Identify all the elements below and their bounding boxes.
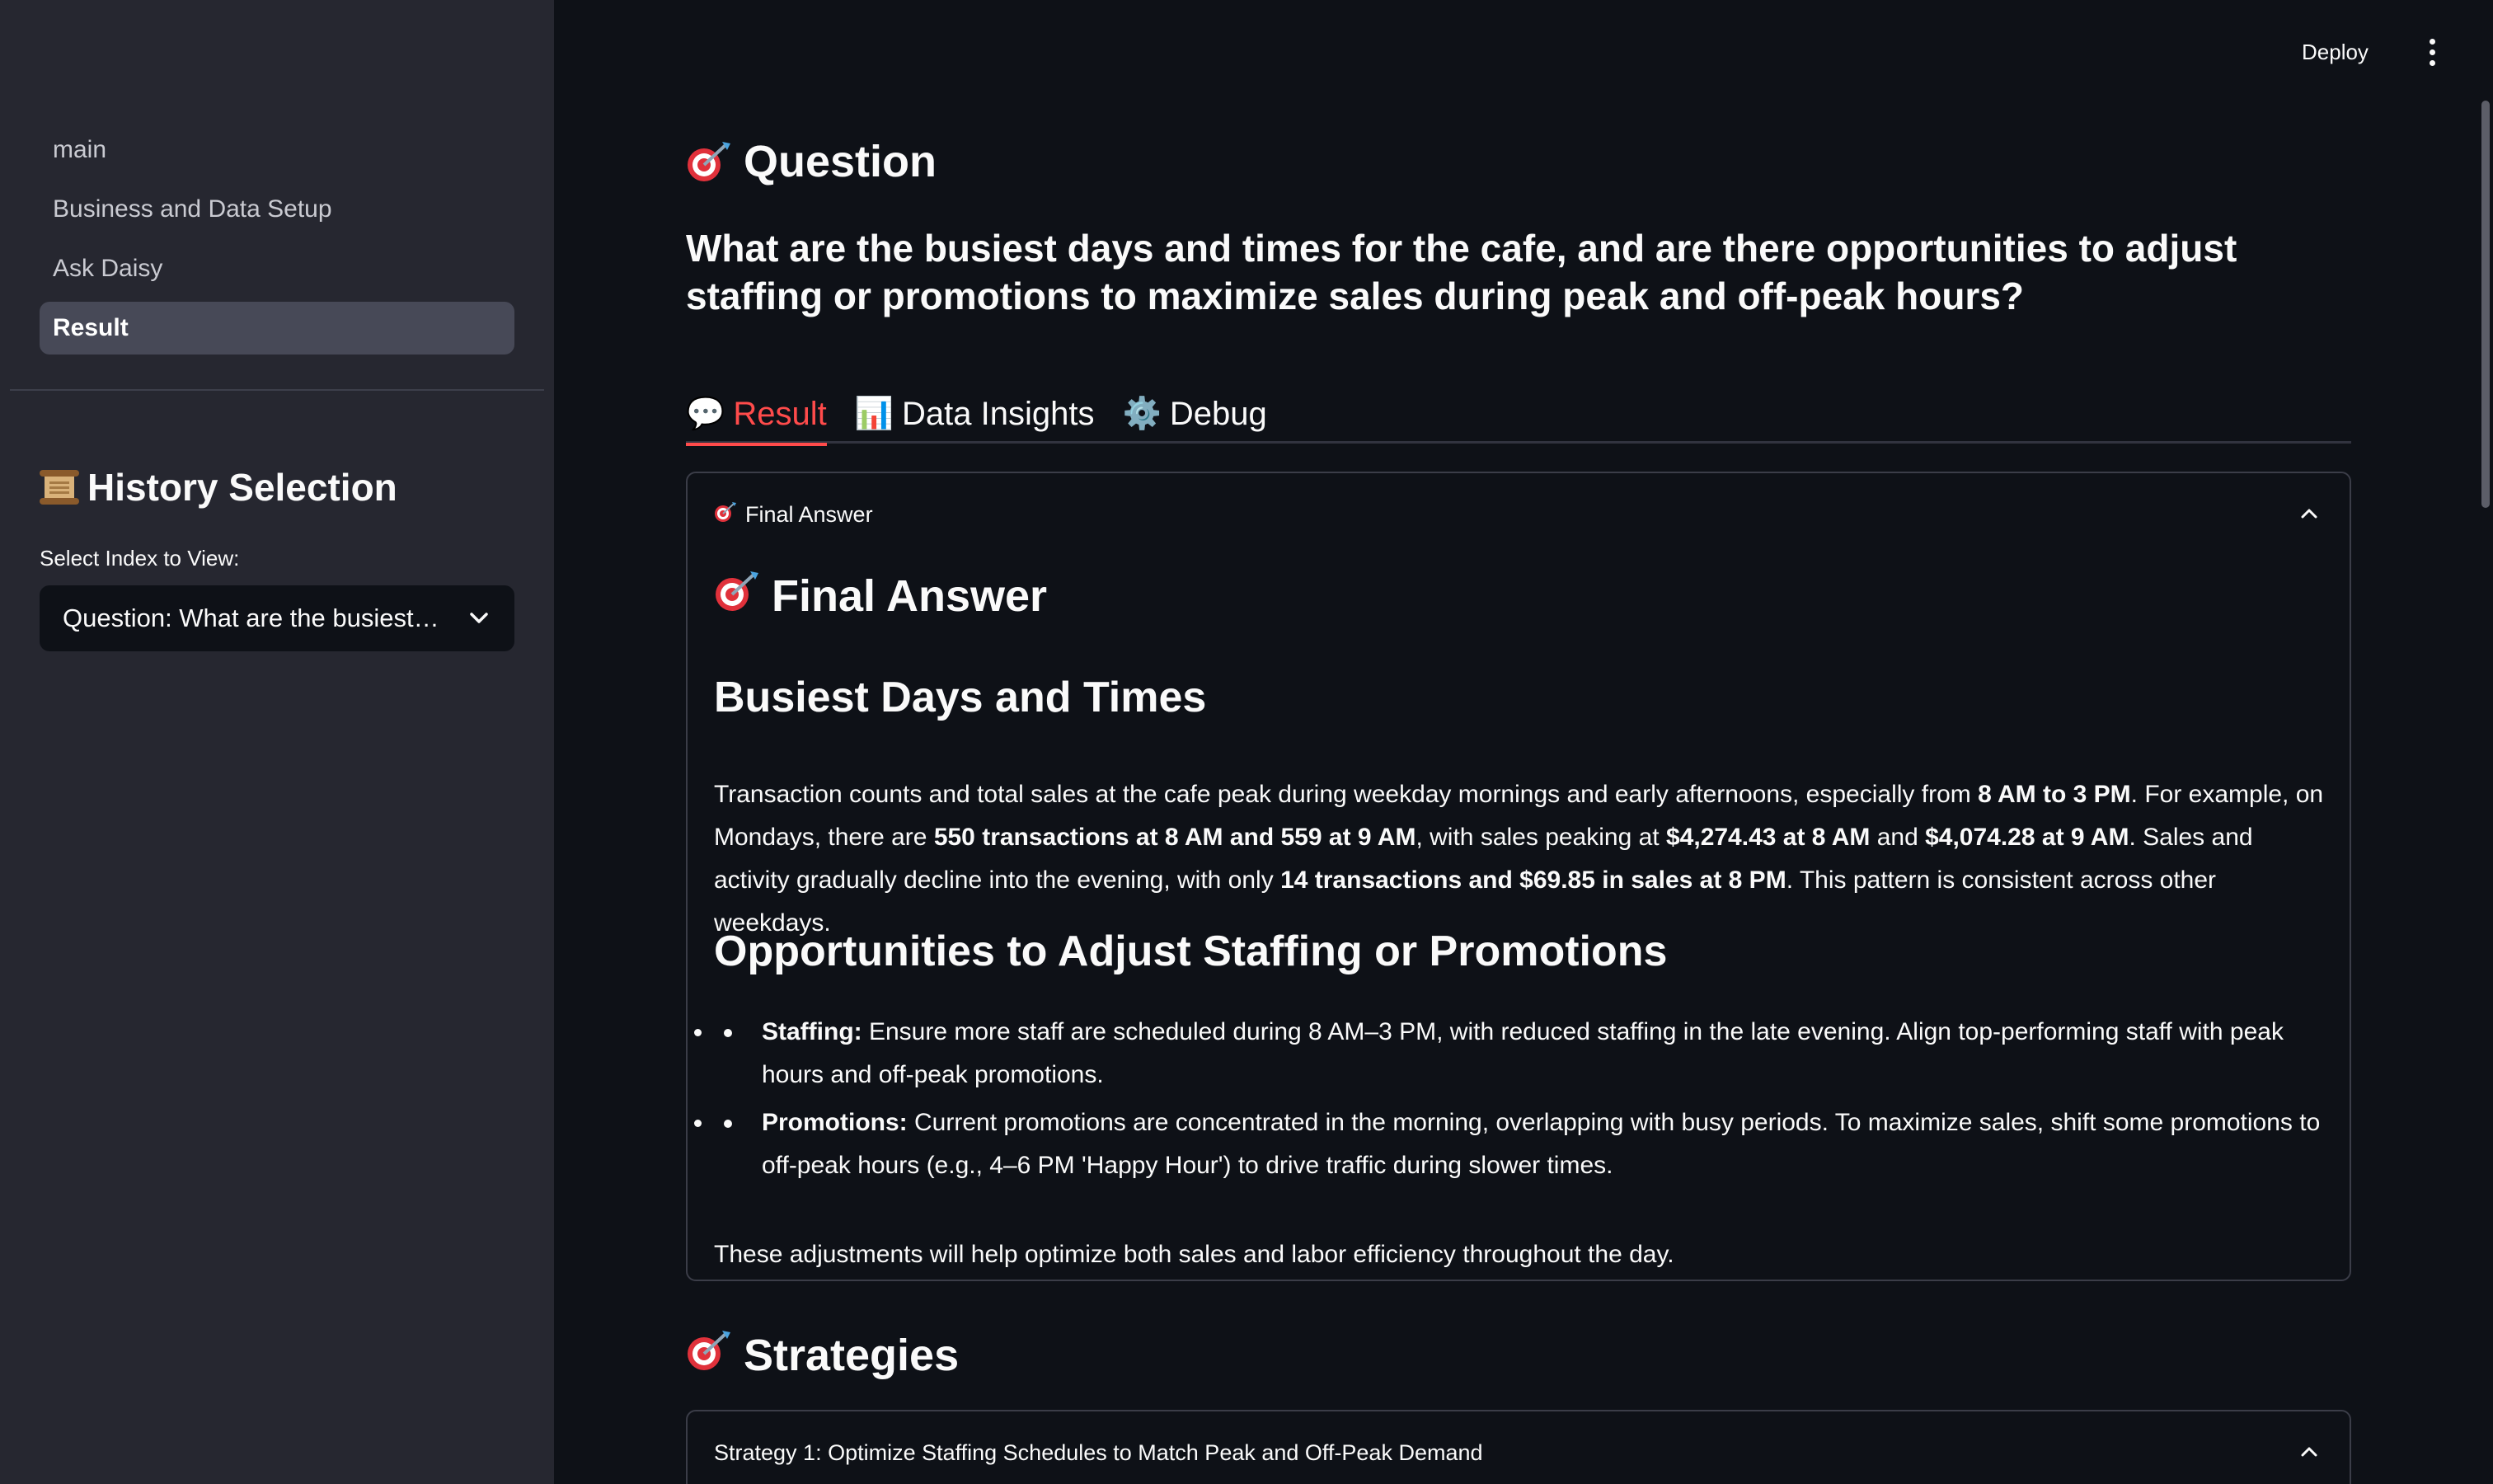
history-selection-title: History Selection [87,466,397,509]
sidebar-item-result[interactable]: Result [40,302,514,355]
scroll-icon [40,468,79,506]
final-answer-expander-label: Final Answer [745,501,873,527]
question-text: What are the busiest days and times for … [686,227,2237,317]
strategy-1-expander-header[interactable]: Strategy 1: Optimize Staffing Schedules … [714,1436,1483,1469]
tab-data-insights[interactable]: 📊 Data Insights [855,384,1095,444]
app-root: main Business and Data Setup Ask Daisy R… [0,0,2493,1484]
busiest-days-heading: Busiest Days and Times [714,674,1207,721]
strategies-heading: Strategies [686,1329,959,1382]
strategy-1-label: Strategy 1: Optimize Staffing Schedules … [714,1439,1483,1465]
sidebar-item-ask-daisy[interactable]: Ask Daisy [40,242,514,295]
final-answer-expander-header[interactable]: Final Answer [714,498,873,531]
main-scrollbar[interactable] [2481,101,2490,508]
bar-chart-icon: 📊 [854,397,894,431]
opportunities-list: Staffing: Ensure more staff are schedule… [714,1011,2328,1192]
chevron-up-icon[interactable] [2297,1439,2322,1464]
busiest-days-paragraph: Transaction counts and total sales at th… [714,781,2324,937]
deploy-button[interactable]: Deploy [2302,33,2369,71]
vertical-ellipsis-icon[interactable] [2416,33,2448,71]
history-select[interactable]: Question: What are the busiest days and … [40,585,514,651]
tab-data-insights-label: Data Insights [902,395,1095,432]
speech-bubble-icon: 💬 [686,397,725,431]
tab-result-label: Result [733,395,827,432]
sidebar-nav: main Business and Data Setup Ask Daisy R… [40,124,514,361]
strategy-1-expander: Strategy 1: Optimize Staffing Schedules … [686,1410,2351,1484]
gear-icon: ⚙️ [1122,397,1162,431]
sidebar-divider [10,389,544,391]
tab-bar: 💬 Result 📊 Data Insights ⚙️ Debug [686,384,2351,446]
history-select-value: Question: What are the busiest days and … [63,603,442,632]
tab-debug-label: Debug [1169,395,1267,432]
history-selection-heading: History Selection [40,462,397,513]
target-icon [686,1329,732,1383]
sidebar-item-business-and-data-setup[interactable]: Business and Data Setup [40,183,514,236]
target-icon [714,570,760,623]
tab-debug[interactable]: ⚙️ Debug [1123,384,1267,444]
list-item: Staffing: Ensure more staff are schedule… [714,1011,2328,1097]
closing-paragraph: These adjustments will help optimize bot… [714,1241,1674,1268]
chevron-up-icon[interactable] [2297,501,2322,526]
opportunities-heading: Opportunities to Adjust Staffing or Prom… [714,928,1668,975]
question-heading-text: Question [744,137,937,186]
list-item: Promotions: Current promotions are conce… [714,1101,2328,1187]
strategies-heading-text: Strategies [744,1331,960,1380]
sidebar: main Business and Data Setup Ask Daisy R… [0,0,554,1484]
final-answer-heading: Final Answer [714,569,1047,623]
sidebar-item-main[interactable]: main [40,124,514,176]
target-icon [714,501,737,528]
tab-result[interactable]: 💬 Result [686,384,827,446]
select-index-label: Select Index to View: [40,546,240,571]
chevron-down-icon [467,606,491,631]
final-answer-heading-text: Final Answer [772,571,1048,621]
final-answer-expander: Final Answer Final Answer Busiest Days a… [686,472,2351,1281]
question-heading: Question [686,135,937,188]
target-icon [686,140,732,183]
